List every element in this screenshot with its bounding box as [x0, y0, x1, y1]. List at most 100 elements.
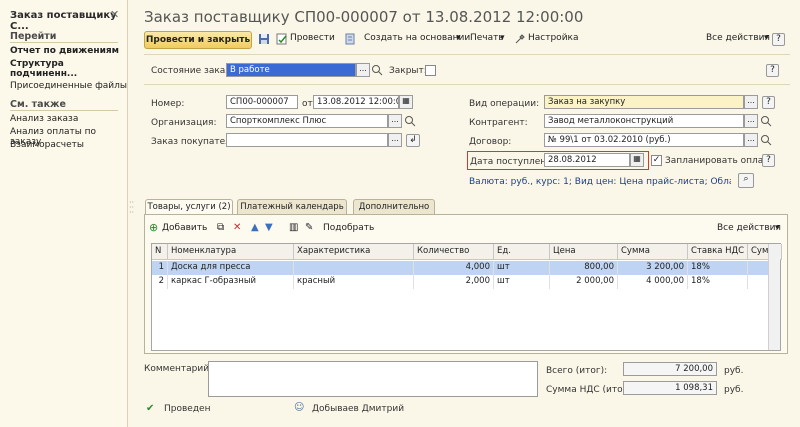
column-header[interactable]: Характеристика — [294, 244, 414, 260]
select-button[interactable]: ... — [744, 114, 758, 128]
post-icon[interactable] — [276, 33, 288, 45]
navigation-panel: Заказ поставщику С... ✕ Перейти Отчет по… — [0, 0, 128, 427]
currency-info-link[interactable]: Валюта: руб., курс: 1; Вид цен: Цена пра… — [469, 177, 731, 187]
help-icon[interactable]: ? — [766, 64, 779, 77]
contractor-field[interactable]: Завод металлоконструкций — [544, 114, 744, 128]
plan-payment-checkbox[interactable]: ✓ — [651, 155, 662, 166]
open-icon[interactable]: ↲ — [406, 134, 420, 147]
table-cell[interactable]: каркас Г-образный — [168, 275, 294, 289]
copy-icon[interactable]: ⧉ — [217, 222, 224, 233]
table-cell[interactable]: шт — [494, 261, 550, 275]
settings-button[interactable]: Настройка — [528, 33, 579, 43]
search-icon[interactable] — [371, 64, 383, 76]
move-up-icon[interactable]: ▲ — [251, 222, 259, 233]
tab-payment-calendar[interactable]: Платежный календарь — [237, 199, 347, 214]
print-menu[interactable]: Печать — [470, 33, 504, 43]
nav-report-movements[interactable]: Отчет по движениям — [10, 46, 119, 56]
operation-type-field[interactable]: Заказ на закупку — [544, 95, 744, 109]
post-button[interactable]: Провести — [290, 33, 335, 43]
close-icon[interactable]: ✕ — [110, 8, 119, 21]
comment-field[interactable] — [208, 361, 538, 397]
settings-icon[interactable] — [514, 33, 526, 45]
search-icon[interactable] — [760, 115, 772, 127]
post-and-close-button[interactable]: Провести и закрыть — [144, 31, 252, 49]
calendar-icon[interactable]: ▦ — [630, 153, 644, 167]
delete-icon[interactable]: ✕ — [233, 222, 241, 233]
order-status-field[interactable]: В работе — [226, 63, 356, 77]
contract-label: Договор: — [469, 137, 512, 147]
document-form: Заказ поставщику СП00-000007 от 13.08.20… — [136, 0, 800, 427]
table-cell[interactable]: 3 200,00 — [618, 261, 688, 275]
table-cell[interactable]: красный — [294, 275, 414, 289]
select-button[interactable]: ... — [388, 133, 402, 147]
nav-attached-files[interactable]: Присоединенные файлы — [10, 81, 127, 91]
save-icon[interactable] — [258, 33, 270, 45]
pick-button[interactable]: Подобрать — [323, 223, 374, 233]
table-cell[interactable]: 1 — [152, 261, 168, 275]
nav-settlements[interactable]: Взаиморасчеты — [10, 140, 84, 150]
nav-structure[interactable]: Структура подчиненн... — [10, 59, 127, 79]
vat-field: 1 098,31 — [623, 381, 717, 395]
chevron-down-icon[interactable]: ▾ — [764, 33, 769, 43]
search-icon[interactable] — [404, 115, 416, 127]
splitter-handle[interactable]: ·· ·· ·· — [129, 199, 134, 220]
add-icon[interactable]: ⊕ — [149, 222, 158, 233]
column-header[interactable]: Ед. — [494, 244, 550, 260]
total-field: 7 200,00 — [623, 362, 717, 376]
organization-field[interactable]: Спорткомплекс Плюс — [226, 114, 388, 128]
tab-panel-goods: ⊕ Добавить ⧉ ✕ ▲ ▼ ▥ ✎ Подобрать Все дей… — [144, 214, 788, 354]
receipt-date-field[interactable]: 28.08.2012 — [544, 153, 630, 167]
table-cell[interactable]: шт — [494, 275, 550, 289]
help-icon[interactable]: ? — [772, 33, 785, 46]
select-button[interactable]: ... — [744, 133, 758, 147]
table-cell[interactable]: 2 — [152, 275, 168, 289]
table-cell[interactable]: 18% — [688, 261, 748, 275]
comment-label: Комментарий: — [144, 364, 213, 374]
help-icon[interactable]: ? — [762, 154, 775, 167]
buyer-order-field[interactable] — [226, 133, 388, 147]
all-actions-menu[interactable]: Все действия — [706, 33, 770, 43]
chevron-down-icon[interactable]: ▾ — [500, 33, 505, 43]
number-field[interactable]: СП00-000007 — [226, 95, 298, 109]
calendar-icon[interactable]: ▦ — [399, 95, 413, 109]
vertical-scrollbar[interactable] — [768, 244, 780, 350]
date-field[interactable]: 13.08.2012 12:00:00 — [313, 95, 399, 109]
table-cell[interactable]: 2,000 — [414, 275, 494, 289]
goto-header: Перейти — [10, 31, 57, 42]
operation-type-label: Вид операции: — [469, 99, 540, 109]
tab-additional[interactable]: Дополнительно — [353, 199, 435, 214]
contract-field[interactable]: № 99\1 от 03.02.2010 (руб.) — [544, 133, 744, 147]
chevron-down-icon[interactable]: ▾ — [775, 223, 780, 233]
journal-icon[interactable] — [344, 33, 356, 45]
table-cell[interactable]: 18% — [688, 275, 748, 289]
table-cell[interactable]: 4 000,00 — [618, 275, 688, 289]
select-button[interactable]: ... — [388, 114, 402, 128]
search-icon[interactable]: ⌕ — [738, 173, 754, 188]
chevron-down-icon[interactable]: ▾ — [456, 33, 461, 43]
grid-all-actions-menu[interactable]: Все действия — [717, 223, 781, 233]
column-header[interactable]: Ставка НДС — [688, 244, 748, 260]
select-button[interactable]: ... — [356, 63, 370, 77]
add-button[interactable]: Добавить — [162, 223, 207, 233]
table-cell[interactable] — [294, 261, 414, 275]
tab-goods-services[interactable]: Товары, услуги (2) — [145, 199, 233, 215]
nav-order-analysis[interactable]: Анализ заказа — [10, 114, 78, 124]
table-cell[interactable]: Доска для пресса — [168, 261, 294, 275]
grid-toolbar: ⊕ Добавить ⧉ ✕ ▲ ▼ ▥ ✎ Подобрать Все дей… — [147, 221, 787, 237]
column-header[interactable]: Количество — [414, 244, 494, 260]
closed-checkbox[interactable] — [425, 65, 436, 76]
select-button[interactable]: ... — [744, 95, 758, 109]
table-cell[interactable]: 800,00 — [550, 261, 618, 275]
column-header[interactable]: N — [152, 244, 168, 260]
column-header[interactable]: Цена — [550, 244, 618, 260]
table-cell[interactable]: 2 000,00 — [550, 275, 618, 289]
column-header[interactable]: Номенклатура — [168, 244, 294, 260]
help-icon[interactable]: ? — [762, 96, 775, 109]
barcode-icon[interactable]: ▥ — [289, 222, 298, 233]
table-cell[interactable]: 4,000 — [414, 261, 494, 275]
create-based-on-menu[interactable]: Создать на основании — [364, 33, 470, 43]
column-header[interactable]: Сумма — [618, 244, 688, 260]
scanner-icon[interactable]: ✎ — [305, 222, 313, 233]
search-icon[interactable] — [760, 134, 772, 146]
move-down-icon[interactable]: ▼ — [265, 222, 273, 233]
